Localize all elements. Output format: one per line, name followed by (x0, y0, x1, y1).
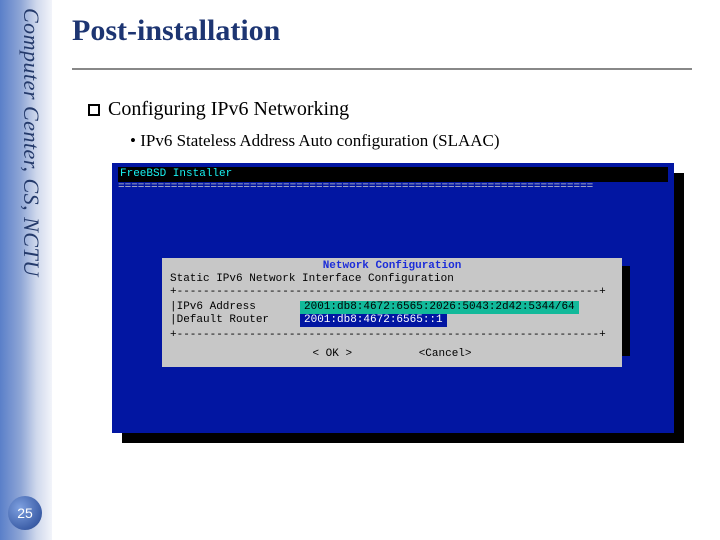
dialog-buttons: < OK > <Cancel> (170, 348, 614, 361)
page-number-badge: 25 (8, 496, 42, 530)
dialog-subtitle: Static IPv6 Network Interface Configurat… (170, 273, 614, 286)
terminal-screenshot: FreeBSD Installer ======================… (112, 163, 682, 433)
installer-label: FreeBSD Installer (120, 168, 232, 180)
dialog-border-bottom: +---------------------------------------… (170, 329, 614, 342)
slide-title: Post-installation (72, 14, 700, 48)
terminal-divider: ========================================… (118, 181, 668, 194)
sidebar-org-text: Computer Center, CS, NCTU (18, 8, 44, 277)
title-divider (72, 68, 692, 70)
ipv6-address-label: |IPv6 Address (170, 301, 300, 314)
dialog-fields: |IPv6 Address 2001:db8:4672:6565:2026:50… (170, 301, 614, 327)
bullet-square-icon (88, 104, 100, 116)
terminal-topbar: FreeBSD Installer (118, 167, 668, 182)
slide-content: Post-installation Configuring IPv6 Netwo… (72, 14, 700, 433)
dialog-title: Network Configuration (170, 260, 614, 273)
section-heading: Configuring IPv6 Networking (88, 98, 700, 121)
cancel-button[interactable]: <Cancel> (419, 348, 472, 361)
default-router-label: |Default Router (170, 314, 300, 327)
sidebar: Computer Center, CS, NCTU 25 (0, 0, 52, 540)
dialog-border-top: +---------------------------------------… (170, 286, 614, 299)
dialog-wrap: Network Configuration Static IPv6 Networ… (162, 258, 622, 367)
section-text: Configuring IPv6 Networking (108, 98, 349, 120)
default-router-row: |Default Router 2001:db8:4672:6565::1 (170, 314, 614, 327)
ok-button[interactable]: < OK > (312, 348, 352, 361)
terminal-window: FreeBSD Installer ======================… (112, 163, 674, 433)
ipv6-address-row: |IPv6 Address 2001:db8:4672:6565:2026:50… (170, 301, 614, 314)
sub-bullet-text: IPv6 Stateless Address Auto configuratio… (140, 131, 499, 150)
default-router-field[interactable]: 2001:db8:4672:6565::1 (300, 314, 447, 327)
ipv6-address-field[interactable]: 2001:db8:4672:6565:2026:5043:2d42:5344/6… (300, 301, 579, 314)
sub-bullet: • IPv6 Stateless Address Auto configurat… (130, 131, 700, 151)
network-config-dialog: Network Configuration Static IPv6 Networ… (162, 258, 622, 367)
